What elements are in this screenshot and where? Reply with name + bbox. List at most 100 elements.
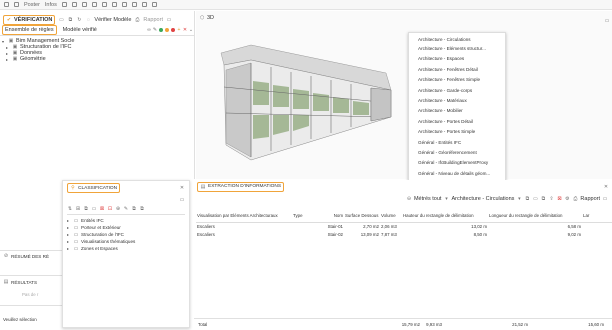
table-row[interactable]: Escaliers Stair-01 2,70 m2 2,06 m3 13,02… [196,222,612,230]
copy-icon[interactable]: ⧉ [524,196,530,202]
import-icon[interactable]: ⧉ [131,206,137,212]
report-button[interactable]: Rapport [143,17,163,23]
caret-right-icon[interactable]: ▸ [67,218,71,223]
folder-icon[interactable]: ▭ [91,206,97,212]
status-green-icon[interactable] [159,28,163,32]
column-header[interactable]: Surface Dessous [344,210,380,222]
column-header[interactable]: Lar [582,210,612,222]
classification-item[interactable]: ▸ ▭ Visualisations thématiques [63,238,189,245]
column-header[interactable]: Visualisation par Eléments Architecturau… [196,210,292,222]
report-button[interactable]: Rapport [580,196,600,202]
dropdown-item[interactable]: Général - Géoréferencement [409,147,505,157]
building-model[interactable] [196,25,406,175]
dropdown-item[interactable]: Architecture - Fenêtres Simple [409,75,505,85]
dropdown-item[interactable]: Architecture - Mobilier [409,106,505,116]
panel-icon[interactable]: ▭ [166,17,172,23]
delete-icon[interactable]: ⊠ [99,206,105,212]
dropdown-item[interactable]: Architecture - Garde-corps [409,85,505,95]
tool-icon[interactable] [141,2,147,7]
caret-right-icon[interactable]: ▸ [6,45,10,50]
panel-icon[interactable]: ▭ [604,18,610,24]
caret-right-icon[interactable]: ▸ [67,239,71,244]
view-select[interactable]: Architecture - Circulations [451,196,514,202]
tool-icon[interactable] [131,2,137,7]
chevron-down-icon[interactable]: ▾ [443,196,449,202]
column-header[interactable]: Hauteur du rectangle de délimitation [402,210,488,222]
tool-icon[interactable] [151,2,157,7]
caret-right-icon[interactable]: ▸ [6,57,10,62]
chevron-down-icon[interactable]: ▾ [516,196,522,202]
chevron-down-icon[interactable]: ⌄ [188,27,194,33]
report-icon[interactable]: ⎙ [134,17,140,23]
panel-icon[interactable]: ▭ [179,197,185,203]
column-header[interactable]: Volume [380,210,402,222]
tree-item[interactable]: ▸ ▣ Géométrie [0,56,194,62]
results-section[interactable]: ▤ RÉSULTATS [3,279,37,285]
report-icon[interactable]: ⎙ [572,196,578,202]
folder-icon[interactable]: ▭ [532,196,538,202]
sort-icon[interactable]: ⇅ [67,206,73,212]
dropdown-item[interactable]: Général - Entités IFC [409,137,505,147]
settings-icon[interactable]: ⚙ [564,196,570,202]
poster-menu[interactable]: Poster [24,2,40,8]
tool-icon[interactable] [101,2,107,7]
copy-icon[interactable]: ⧉ [540,196,546,202]
caret-right-icon[interactable]: ▸ [6,51,10,56]
tool-icon[interactable] [61,2,67,7]
tool-icon[interactable] [81,2,87,7]
export-icon[interactable]: ⧉ [139,206,145,212]
dropdown-item[interactable]: Général - IfcBuildingElementProxy [409,158,505,168]
tool-icon[interactable] [71,2,77,7]
dropdown-item[interactable]: Général - Niveau de détails géom... [409,168,505,178]
summary-section[interactable]: ⊘ RÉSUMÉ DES RÈ [3,253,49,259]
caret-down-icon[interactable]: ▾ [2,39,6,44]
metrics-dropdown[interactable]: Métrés tout [414,196,442,202]
delete-icon[interactable]: ⊠ [556,196,562,202]
close-icon[interactable]: ✕ [603,184,609,190]
status-orange-icon[interactable] [165,28,169,32]
share-icon[interactable]: ⇪ [548,196,554,202]
classification-item[interactable]: ▸ ▭ Zones et Espaces [63,245,189,252]
table-row[interactable]: Escaliers Stair-02 13,09 m2 7,87 m3 8,50… [196,230,612,238]
verify-model-button[interactable]: Vérifier Modèle [94,17,131,23]
lock-icon[interactable]: ⊡ [107,206,113,212]
edit-icon[interactable]: ✎ [152,27,158,33]
redo-icon[interactable] [14,2,19,7]
caret-right-icon[interactable]: ▸ [67,246,71,251]
status-red-icon[interactable] [171,28,175,32]
dropdown-item[interactable]: Architecture - Portes Simple [409,127,505,137]
dropdown-item[interactable]: Architecture - Circulations [409,33,505,43]
classification-item[interactable]: ▸ ▭ Entités IFC [63,217,189,224]
tree-icon[interactable]: ⊞ [75,206,81,212]
dropdown-item[interactable]: Architecture - Espaces [409,54,505,64]
caret-right-icon[interactable]: ▸ [67,232,71,237]
dropdown-item[interactable]: Architecture - Matériaux [409,95,505,105]
view-3d[interactable]: ⬡ 3D ▭ [196,11,612,179]
tab-rules[interactable]: Ensemble de règles [2,25,57,35]
classification-item[interactable]: ▸ ▭ Structuration de l'IFC [63,231,189,238]
tool-icon[interactable] [111,2,117,7]
checkbox-icon[interactable]: ▣ [12,56,18,62]
undo-icon[interactable] [4,2,9,7]
folder-icon[interactable]: ▭ [58,17,64,23]
refresh-icon[interactable]: ↻ [76,17,82,23]
add-group-icon[interactable]: ⊕ [115,206,121,212]
tool-icon[interactable] [121,2,127,7]
dropdown-item[interactable]: Architecture - Portes Détail [409,116,505,126]
column-header[interactable]: Longueur du rectangle de délimitation [488,210,582,222]
tool-icon[interactable] [91,2,97,7]
copy-icon[interactable]: ⧉ [83,206,89,212]
close-icon[interactable]: ✕ [179,185,185,191]
shield-icon[interactable]: ◌ [85,17,91,23]
edit-icon[interactable]: ✎ [123,206,129,212]
classification-item[interactable]: ▸ ▭ Porteur et Extérieur [63,224,189,231]
column-header[interactable]: Type [292,210,318,222]
caret-right-icon[interactable]: ▸ [67,225,71,230]
tab-model[interactable]: Modèle vérifié [63,27,97,33]
panel-icon[interactable]: ▭ [602,196,608,202]
dropdown-item[interactable]: Architecture - Eléments structur... [409,43,505,53]
infos-menu[interactable]: Infos [45,2,57,8]
dropdown-item[interactable]: Architecture - Fenêtres Détail [409,64,505,74]
copy-icon[interactable]: ⧉ [67,17,73,23]
column-header[interactable]: Nom [318,210,344,222]
